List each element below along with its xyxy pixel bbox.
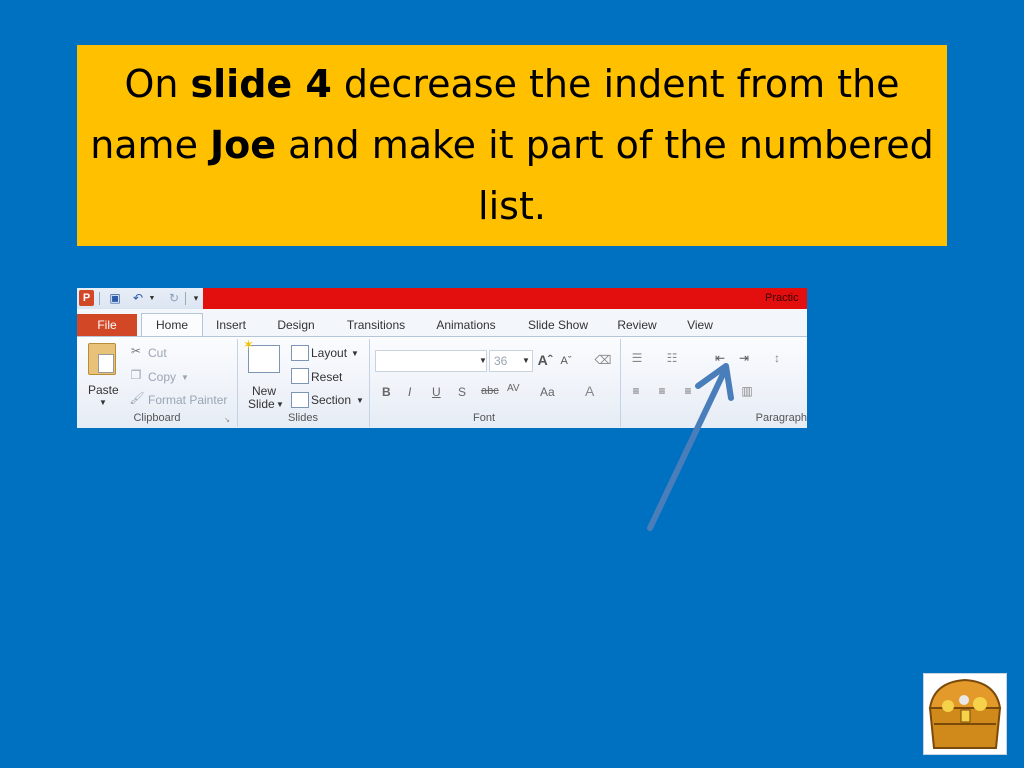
- chevron-down-icon[interactable]: ▼: [351, 349, 359, 358]
- chevron-down-icon[interactable]: ▼: [276, 400, 284, 409]
- dialog-launcher-icon[interactable]: ↘: [223, 416, 231, 424]
- tab-slide-show[interactable]: Slide Show: [521, 315, 595, 335]
- chevron-down-icon[interactable]: ▼: [99, 398, 107, 407]
- shadow-button[interactable]: S: [458, 385, 466, 399]
- layout-button[interactable]: Layout: [311, 346, 347, 360]
- ribbon-screenshot: P ▣ ↶ ▼ ↻ ▾ Practic File Home Insert Des…: [77, 288, 807, 428]
- tab-insert[interactable]: Insert: [205, 315, 257, 335]
- chevron-down-icon[interactable]: ▼: [522, 356, 530, 365]
- bullets-icon[interactable]: ☰: [628, 349, 646, 367]
- bold-button[interactable]: B: [382, 385, 391, 399]
- scissors-icon: ✂: [130, 344, 142, 358]
- line-spacing-icon[interactable]: ↕: [768, 349, 786, 367]
- numbering-icon[interactable]: ☷: [663, 349, 681, 367]
- shrink-font-icon[interactable]: Aˇ: [558, 352, 574, 370]
- powerpoint-logo-icon: P: [79, 290, 94, 306]
- group-label-font: Font: [472, 412, 495, 424]
- underline-button[interactable]: U: [432, 385, 441, 399]
- tab-animations[interactable]: Animations: [429, 315, 503, 335]
- new-slide-icon[interactable]: [243, 337, 280, 373]
- strikethrough-button[interactable]: abc: [481, 385, 499, 397]
- chevron-down-icon[interactable]: ▼: [356, 396, 364, 405]
- cut-button[interactable]: Cut: [148, 346, 167, 360]
- save-icon[interactable]: ▣: [108, 290, 122, 306]
- redo-icon[interactable]: ↻: [167, 290, 181, 306]
- reset-icon: [291, 368, 309, 384]
- paste-icon[interactable]: [88, 343, 116, 375]
- tab-review[interactable]: Review: [612, 315, 662, 335]
- chevron-down-icon[interactable]: ▼: [148, 290, 156, 306]
- new-slide-label-2[interactable]: Slide: [248, 397, 275, 411]
- chevron-down-icon[interactable]: ▼: [479, 356, 487, 365]
- chevron-down-icon[interactable]: ▼: [181, 373, 189, 382]
- new-slide-label-1[interactable]: New: [252, 384, 276, 398]
- center-icon[interactable]: ≡: [654, 383, 670, 399]
- align-left-icon[interactable]: ≡: [628, 383, 644, 399]
- customize-toolbar-icon[interactable]: ▾: [191, 290, 201, 306]
- group-label-paragraph: Paragraph: [755, 412, 807, 424]
- tab-file[interactable]: File: [77, 314, 137, 336]
- treasure-chest-icon[interactable]: [923, 673, 1007, 755]
- tab-view[interactable]: View: [677, 315, 723, 335]
- undo-icon[interactable]: ↶: [131, 290, 145, 306]
- title-bar-fill: [203, 288, 807, 309]
- format-painter-icon: 🖌: [129, 391, 145, 405]
- grow-font-icon[interactable]: Aˆ: [536, 350, 554, 370]
- group-label-clipboard: Clipboard: [133, 412, 181, 424]
- decrease-indent-icon[interactable]: ⇤: [711, 349, 729, 367]
- ribbon-tabs: File Home Insert Design Transitions Anim…: [77, 312, 807, 338]
- font-name-input[interactable]: [375, 350, 487, 372]
- columns-icon[interactable]: ▥: [739, 383, 755, 399]
- italic-button[interactable]: I: [408, 385, 411, 399]
- clear-formatting-icon[interactable]: ⌫: [593, 350, 613, 370]
- title-bar: P ▣ ↶ ▼ ↻ ▾ Practic: [77, 288, 807, 309]
- tab-design[interactable]: Design: [267, 315, 325, 335]
- copy-button[interactable]: Copy: [148, 370, 176, 384]
- character-spacing-button[interactable]: AV: [507, 383, 520, 394]
- instruction-box: On slide 4 decrease the indent from the …: [77, 45, 947, 246]
- font-color-button[interactable]: A: [585, 383, 594, 399]
- format-painter-button[interactable]: Format Painter: [148, 393, 227, 407]
- align-right-icon[interactable]: ≡: [680, 383, 696, 399]
- tab-transitions[interactable]: Transitions: [339, 315, 413, 335]
- copy-icon: ❐: [130, 368, 142, 382]
- instruction-text: On slide 4 decrease the indent from the …: [90, 62, 934, 228]
- paste-button[interactable]: Paste: [88, 383, 119, 397]
- name-joe: Joe: [210, 123, 277, 167]
- ribbon-panel: Paste ▼ ✂ Cut ❐ Copy ▼ 🖌 Format Painter …: [77, 336, 807, 428]
- layout-icon: [291, 345, 309, 361]
- increase-indent-icon[interactable]: ⇥: [735, 349, 753, 367]
- group-label-slides: Slides: [288, 412, 318, 424]
- slide-number: slide 4: [190, 62, 332, 106]
- tab-home[interactable]: Home: [141, 313, 203, 338]
- app-title: Practic: [765, 292, 799, 304]
- section-button[interactable]: Section: [311, 393, 351, 407]
- reset-button[interactable]: Reset: [311, 370, 342, 384]
- change-case-button[interactable]: Aa: [540, 385, 555, 399]
- section-icon: [291, 392, 309, 408]
